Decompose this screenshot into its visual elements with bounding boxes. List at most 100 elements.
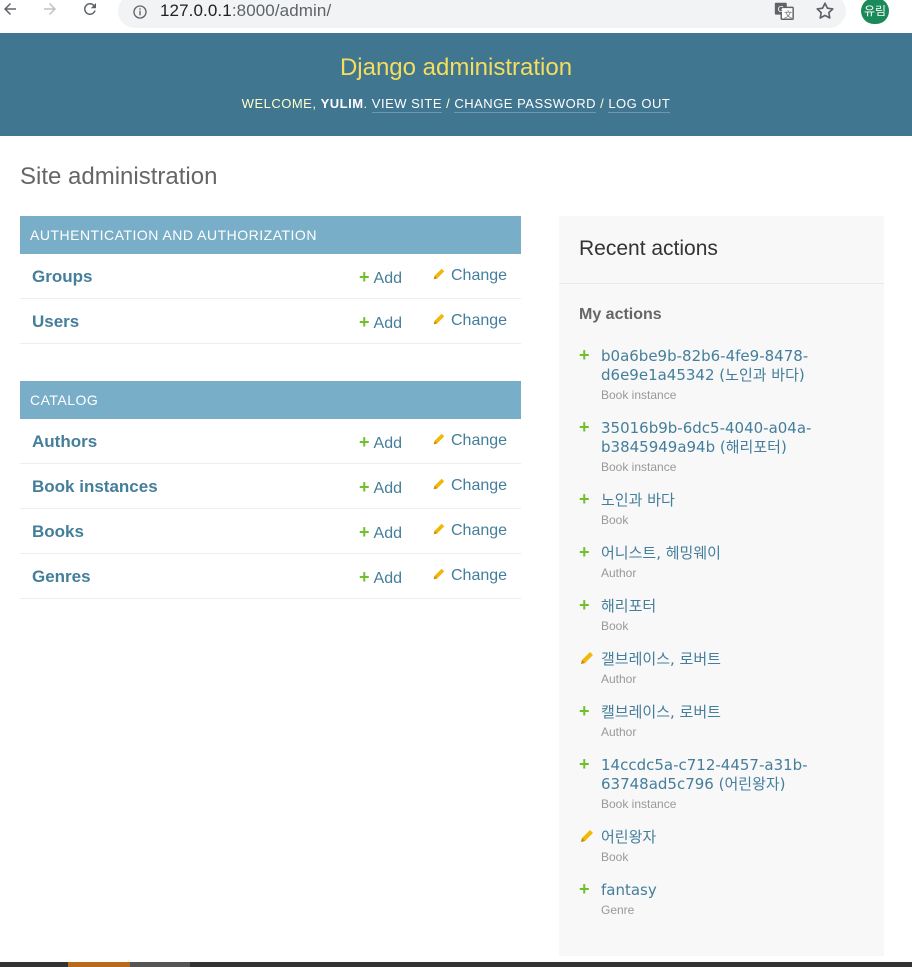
action-link[interactable]: fantasy (601, 881, 841, 900)
taskbar-item[interactable] (68, 962, 130, 967)
reload-icon (83, 2, 96, 15)
model-row-genres: Genres + Add Change (20, 554, 521, 599)
plus-icon: + (359, 477, 370, 497)
model-link-genres[interactable]: Genres (32, 567, 91, 587)
add-book-instances-link[interactable]: + Add (359, 477, 402, 498)
site-branding[interactable]: Django administration (0, 54, 912, 82)
action-type: Book (601, 850, 629, 864)
action-type: Book instance (601, 388, 677, 402)
add-label: Add (373, 480, 402, 497)
add-genres-link[interactable]: + Add (359, 567, 402, 588)
action-type: Author (601, 725, 637, 739)
action-link-line: 35016b9b-6dc5-4040-a04a- (601, 419, 812, 437)
pencil-icon (433, 478, 445, 490)
plus-icon: + (579, 701, 590, 721)
action-link[interactable]: 어린왕자 (601, 828, 841, 847)
action-link[interactable]: 해리포터 (601, 597, 841, 616)
action-type: Author (601, 566, 637, 580)
action-type: Book instance (601, 797, 677, 811)
pencil-icon (581, 830, 593, 842)
action-link[interactable]: 노인과 바다 (601, 491, 841, 510)
change-password-link[interactable]: CHANGE PASSWORD (454, 96, 596, 113)
view-site-link[interactable]: VIEW SITE (371, 96, 443, 113)
translate-icon[interactable]: G文 (773, 0, 795, 22)
action-link[interactable]: 갤브레이스, 로버트 (601, 650, 841, 669)
plus-icon: + (359, 432, 370, 452)
username: YULIM (320, 96, 364, 111)
plus-icon: + (579, 595, 590, 615)
plus-icon: + (579, 879, 590, 899)
change-label: Change (451, 522, 508, 539)
action-type: Genre (601, 903, 635, 917)
model-link-groups[interactable]: Groups (32, 267, 92, 287)
info-icon[interactable] (132, 4, 148, 20)
change-genres-link[interactable]: Change (432, 567, 507, 585)
add-groups-link[interactable]: + Add (359, 267, 402, 288)
plus-icon: + (579, 542, 590, 562)
change-label: Change (451, 567, 508, 584)
model-row-authors: Authors + Add Change (20, 419, 521, 464)
url-path: :8000/admin/ (231, 1, 332, 20)
pencil-icon (433, 313, 445, 325)
model-link-books[interactable]: Books (32, 522, 84, 542)
plus-icon: + (579, 754, 590, 774)
plus-icon: + (579, 489, 590, 509)
page-title: Site administration (20, 163, 218, 190)
plus-icon: + (359, 312, 370, 332)
star-icon[interactable] (814, 0, 836, 22)
action-link[interactable]: 14ccdc5a-c712-4457-a31b- 63748ad5c796 (어린… (601, 756, 841, 794)
arrow-left-icon (4, 3, 16, 15)
action-link-line: 63748ad5c796 (어린왕자) (601, 775, 786, 793)
log-out-link[interactable]: LOG OUT (608, 96, 671, 113)
change-label: Change (451, 267, 508, 284)
forward-button[interactable] (38, 0, 62, 22)
my-actions-heading: My actions (579, 306, 662, 323)
reload-button[interactable] (78, 0, 102, 22)
action-link[interactable]: b0a6be9b-82b6-4fe9-8478- d6e9e1a45342 (노인… (601, 347, 841, 385)
model-link-authors[interactable]: Authors (32, 432, 97, 452)
change-groups-link[interactable]: Change (432, 267, 507, 285)
address-bar[interactable]: 127.0.0.1:8000/admin/ (118, 0, 846, 28)
pencil-icon (433, 568, 445, 580)
url-text: 127.0.0.1:8000/admin/ (160, 1, 331, 21)
action-link-line: b0a6be9b-82b6-4fe9-8478- (601, 347, 809, 365)
add-books-link[interactable]: + Add (359, 522, 402, 543)
module-caption[interactable]: AUTHENTICATION AND AUTHORIZATION (20, 216, 521, 254)
recent-actions-panel: Recent actions My actions + b0a6be9b-82b… (559, 216, 884, 956)
action-type: Book (601, 619, 629, 633)
browser-toolbar: 127.0.0.1:8000/admin/ G文 유림 (0, 0, 912, 33)
change-books-link[interactable]: Change (432, 522, 507, 540)
profile-avatar[interactable]: 유림 (861, 0, 889, 24)
module-auth: AUTHENTICATION AND AUTHORIZATION Groups … (20, 216, 521, 344)
add-users-link[interactable]: + Add (359, 312, 402, 333)
plus-icon: + (359, 522, 370, 542)
add-label: Add (373, 570, 402, 587)
change-users-link[interactable]: Change (432, 312, 507, 330)
action-type: Author (601, 672, 637, 686)
model-link-users[interactable]: Users (32, 312, 79, 332)
model-row-users: Users + Add Change (20, 299, 521, 344)
pencil-icon (581, 652, 593, 664)
change-label: Change (451, 312, 508, 329)
action-link-line: d6e9e1a45342 (노인과 바다) (601, 366, 805, 384)
recent-actions-title: Recent actions (579, 237, 718, 260)
url-host: 127.0.0.1 (160, 1, 232, 20)
add-label: Add (373, 315, 402, 332)
back-button[interactable] (0, 0, 22, 22)
action-link[interactable]: 35016b9b-6dc5-4040-a04a-b3845949a94b (해리… (601, 419, 841, 457)
add-label: Add (373, 270, 402, 287)
change-book-instances-link[interactable]: Change (432, 477, 507, 495)
plus-icon: + (579, 417, 590, 437)
module-caption[interactable]: CATALOG (20, 381, 521, 419)
action-type: Book (601, 513, 629, 527)
model-row-groups: Groups + Add Change (20, 254, 521, 299)
change-authors-link[interactable]: Change (432, 432, 507, 450)
plus-icon: + (579, 345, 590, 365)
action-link[interactable]: 어니스트, 헤밍웨이 (601, 544, 841, 563)
module-catalog: CATALOG Authors + Add Change Book instanc… (20, 381, 521, 599)
action-link[interactable]: 캘브레이스, 로버트 (601, 703, 841, 722)
model-link-book-instances[interactable]: Book instances (32, 477, 158, 497)
taskbar-item[interactable] (130, 962, 190, 967)
divider (559, 283, 884, 284)
add-authors-link[interactable]: + Add (359, 432, 402, 453)
